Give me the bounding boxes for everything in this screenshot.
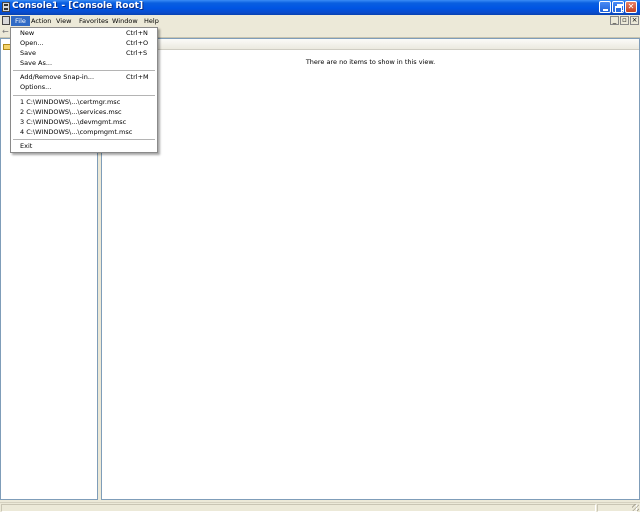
title-bar[interactable]: Console1 - [Console Root] ✕ bbox=[0, 0, 640, 15]
menu-favorites[interactable]: Favorites bbox=[75, 16, 112, 26]
window-title: Console1 - [Console Root] bbox=[12, 1, 144, 11]
status-cell-main bbox=[1, 504, 596, 512]
file-menu-open[interactable]: Open... Ctrl+O bbox=[11, 38, 157, 48]
menu-separator bbox=[13, 95, 155, 96]
file-menu-recent-4[interactable]: 4 C:\WINDOWS\...\compmgmt.msc bbox=[11, 127, 157, 137]
document-system-menu-icon[interactable] bbox=[2, 16, 10, 25]
file-menu-options[interactable]: Options... bbox=[11, 82, 157, 92]
minimize-button[interactable] bbox=[599, 1, 611, 13]
mdi-restore-icon[interactable]: ▫ bbox=[620, 16, 629, 25]
menu-help[interactable]: Help bbox=[140, 16, 163, 26]
menu-window[interactable]: Window bbox=[108, 16, 142, 26]
file-menu-recent-2[interactable]: 2 C:\WINDOWS\...\services.msc bbox=[11, 107, 157, 117]
file-menu-recent-1[interactable]: 1 C:\WINDOWS\...\certmgr.msc bbox=[11, 97, 157, 107]
restore-button[interactable] bbox=[612, 1, 624, 13]
list-column-header[interactable] bbox=[102, 39, 639, 50]
file-menu-recent-3[interactable]: 3 C:\WINDOWS\...\devmgmt.msc bbox=[11, 117, 157, 127]
file-menu-save[interactable]: Save Ctrl+S bbox=[11, 48, 157, 58]
empty-list-message: There are no items to show in this view. bbox=[305, 58, 436, 66]
file-menu-new[interactable]: New Ctrl+N bbox=[11, 28, 157, 38]
status-bar bbox=[0, 502, 640, 512]
menu-separator bbox=[13, 70, 155, 71]
file-menu-dropdown: New Ctrl+N Open... Ctrl+O Save Ctrl+S Sa… bbox=[10, 27, 158, 153]
file-menu-exit[interactable]: Exit bbox=[11, 141, 157, 151]
mdi-close-icon[interactable]: × bbox=[630, 16, 639, 25]
menu-bar: File Action View Favorites Window Help bbox=[0, 15, 640, 27]
menu-separator bbox=[13, 139, 155, 140]
file-menu-save-as[interactable]: Save As... bbox=[11, 58, 157, 68]
file-menu-add-remove-snap-in[interactable]: Add/Remove Snap-in... Ctrl+M bbox=[11, 72, 157, 82]
mdi-minimize-icon[interactable]: _ bbox=[610, 16, 619, 25]
mmc-console-icon[interactable] bbox=[2, 2, 10, 12]
results-list-pane[interactable]: There are no items to show in this view. bbox=[101, 38, 640, 500]
status-cell-secondary bbox=[597, 504, 637, 512]
resize-grip-icon[interactable] bbox=[632, 504, 639, 511]
close-button[interactable]: ✕ bbox=[625, 1, 637, 13]
menu-view[interactable]: View bbox=[52, 16, 75, 26]
